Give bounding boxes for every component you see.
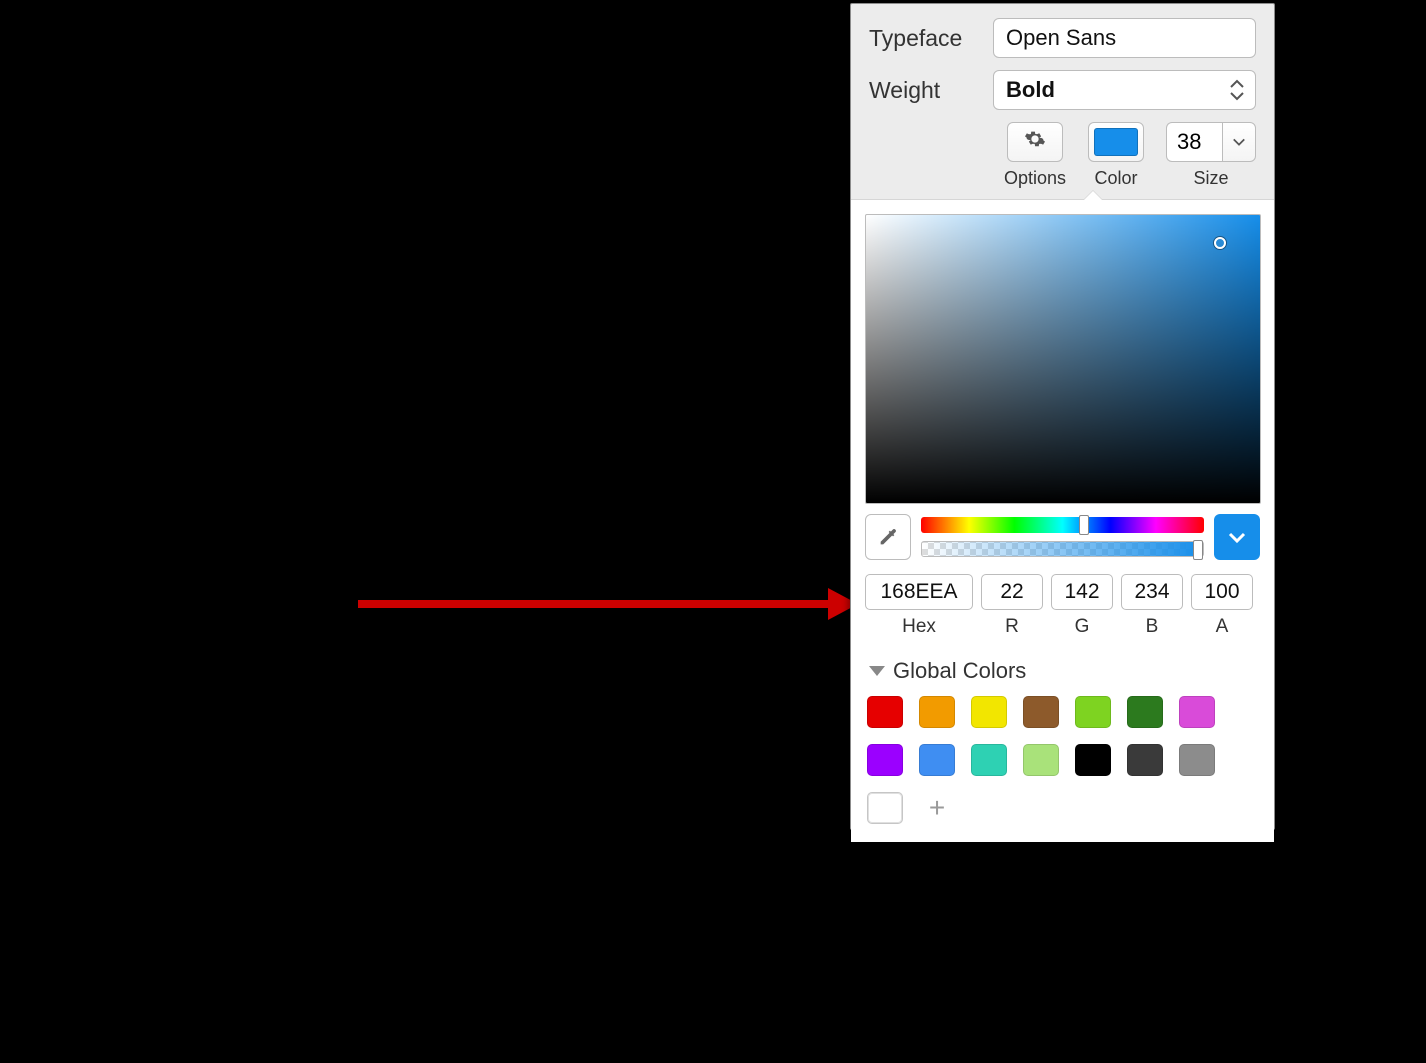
typography-tools-row: Options Color 38 (993, 122, 1256, 189)
size-caption: Size (1193, 168, 1228, 189)
typeface-input[interactable]: Open Sans (993, 18, 1256, 58)
size-value: 38 (1177, 129, 1201, 155)
b-label: B (1146, 616, 1159, 638)
size-group: 38 (1166, 122, 1256, 162)
g-label: G (1075, 616, 1090, 638)
eyedropper-icon (877, 526, 899, 548)
global-color-swatch[interactable] (1023, 744, 1059, 776)
hue-thumb-icon (1079, 515, 1089, 535)
alpha-thumb-icon (1193, 540, 1203, 560)
global-color-swatch[interactable] (1075, 744, 1111, 776)
color-caption: Color (1094, 168, 1137, 189)
typography-color-panel: Typeface Open Sans Weight Bold (850, 3, 1275, 830)
typeface-row: Typeface Open Sans (869, 18, 1256, 58)
chevron-down-icon (1229, 91, 1245, 101)
a-input[interactable]: 100 (1191, 574, 1253, 610)
add-global-color-button[interactable]: + (919, 792, 955, 824)
g-input[interactable]: 142 (1051, 574, 1113, 610)
b-cell: 234 B (1121, 574, 1183, 638)
global-color-swatch[interactable] (1179, 696, 1215, 728)
size-input[interactable]: 38 (1166, 122, 1222, 162)
weight-label: Weight (869, 77, 979, 104)
global-color-swatch[interactable] (1179, 744, 1215, 776)
popover-caret-icon (1083, 191, 1103, 201)
global-color-swatch[interactable] (919, 744, 955, 776)
r-label: R (1005, 616, 1019, 638)
size-cell: 38 Size (1166, 122, 1256, 189)
global-colors-grid: + (865, 696, 1260, 824)
typeface-value: Open Sans (1006, 25, 1116, 51)
chevron-up-icon (1229, 79, 1245, 89)
a-cell: 100 A (1191, 574, 1253, 638)
g-cell: 142 G (1051, 574, 1113, 638)
typography-section: Typeface Open Sans Weight Bold (851, 4, 1274, 199)
a-label: A (1216, 616, 1229, 638)
gear-icon (1024, 128, 1046, 156)
hex-input[interactable]: 168EEA (865, 574, 973, 610)
global-color-swatch[interactable] (1127, 744, 1163, 776)
sliders-group (921, 517, 1204, 557)
alpha-slider[interactable] (921, 541, 1204, 557)
arrow-line (358, 600, 828, 608)
typeface-label: Typeface (869, 25, 979, 52)
global-color-swatch[interactable] (867, 792, 903, 824)
disclosure-triangle-icon (869, 666, 885, 676)
color-mode-toggle[interactable] (1214, 514, 1260, 560)
global-colors-title: Global Colors (893, 658, 1026, 684)
color-picker-popover: 168EEA Hex 22 R 142 G 234 B 100 A (851, 199, 1274, 842)
hex-label: Hex (902, 616, 936, 638)
global-color-swatch[interactable] (867, 696, 903, 728)
hex-cell: 168EEA Hex (865, 574, 973, 638)
global-color-swatch[interactable] (971, 696, 1007, 728)
color-values-row: 168EEA Hex 22 R 142 G 234 B 100 A (865, 574, 1260, 638)
global-color-swatch[interactable] (1075, 696, 1111, 728)
hue-slider[interactable] (921, 517, 1204, 533)
sv-cursor-icon (1214, 237, 1226, 249)
picker-tools-row (865, 514, 1260, 560)
options-cell: Options (1004, 122, 1066, 189)
b-input[interactable]: 234 (1121, 574, 1183, 610)
weight-row: Weight Bold (869, 70, 1256, 110)
options-caption: Options (1004, 168, 1066, 189)
annotation-arrow (358, 596, 858, 612)
global-colors-header[interactable]: Global Colors (869, 658, 1260, 684)
chevron-down-icon (1232, 137, 1246, 147)
global-color-swatch[interactable] (1127, 696, 1163, 728)
size-dropdown[interactable] (1222, 122, 1256, 162)
r-input[interactable]: 22 (981, 574, 1043, 610)
global-color-swatch[interactable] (971, 744, 1007, 776)
r-cell: 22 R (981, 574, 1043, 638)
global-color-swatch[interactable] (919, 696, 955, 728)
chevron-down-icon (1227, 530, 1247, 544)
weight-stepper[interactable] (1229, 75, 1249, 105)
color-cell: Color (1088, 122, 1144, 189)
options-button[interactable] (1007, 122, 1063, 162)
weight-select[interactable]: Bold (993, 70, 1256, 110)
color-swatch-icon (1094, 128, 1138, 156)
saturation-value-field[interactable] (865, 214, 1261, 504)
global-color-swatch[interactable] (867, 744, 903, 776)
weight-value: Bold (1006, 77, 1055, 103)
color-button[interactable] (1088, 122, 1144, 162)
eyedropper-button[interactable] (865, 514, 911, 560)
global-color-swatch[interactable] (1023, 696, 1059, 728)
